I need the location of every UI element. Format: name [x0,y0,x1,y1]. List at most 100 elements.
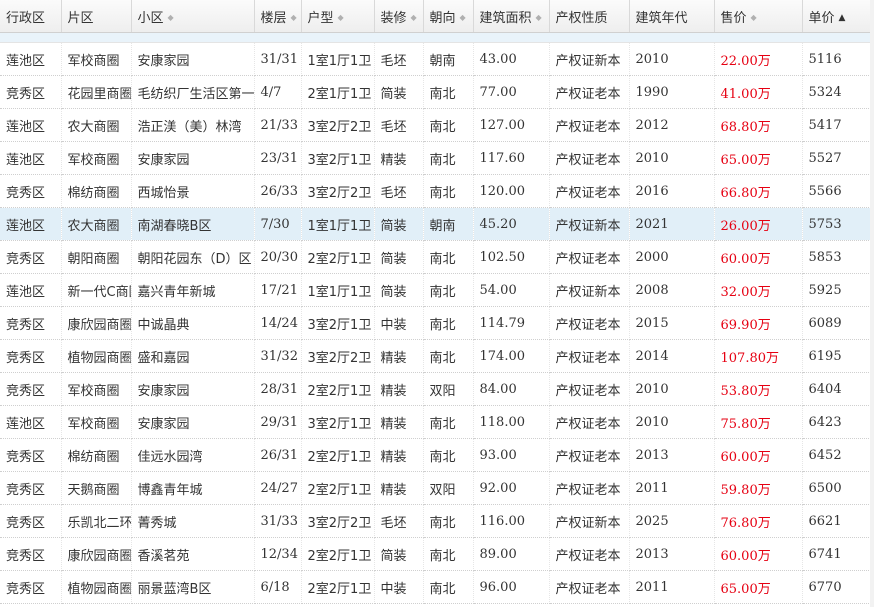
table-row[interactable]: 竞秀区 棉纺商圈 西城怡景 26/33 3室2厅2卫 毛坯 南北 120.00 产权证老本 201… [0,174,874,208]
cell-orientation: 南北 [423,108,474,142]
header-spacer [0,32,874,43]
cell-building_area: 96.00 [473,570,550,604]
cell-orientation: 南北 [423,273,474,307]
cell-area: 军校商圈 [61,42,132,76]
table-row[interactable]: 竞秀区 天鹅商圈 博鑫青年城 24/27 2室2厅1卫 精装 双阳 92.00 产权证老本 201… [0,471,874,505]
vertical-scrollbar[interactable] [870,0,874,607]
cell-decoration: 中装 [374,570,424,604]
cell-year: 2016 [629,174,715,208]
column-header-orientation[interactable]: 朝向 ◆ [423,0,474,33]
cell-district: 莲池区 [0,108,62,142]
table-row[interactable]: 莲池区 农大商圈 浩正渼（美）林湾 21/33 3室2厅2卫 毛坯 南北 127.00 产权证老… [0,108,874,142]
cell-unit_price: 5753 [802,207,874,241]
cell-property_type: 产权证老本 [549,174,630,208]
table-row[interactable]: 竞秀区 花园里商圈 毛纺织厂生活区第一 4/7 2室1厅1卫 简装 南北 77.00 产权证老本… [0,75,874,109]
sort-toggle-icon[interactable]: ◆ [536,14,542,22]
cell-unit_price: 6770 [802,570,874,604]
column-header-price[interactable]: 售价 ◆ [714,0,803,33]
cell-community: 菁秀城 [131,504,255,538]
cell-unit_price: 5853 [802,240,874,274]
table-row[interactable]: 竞秀区 乐凯北二环 菁秀城 31/33 3室2厅2卫 毛坯 南北 116.00 产权证新本 202… [0,504,874,538]
cell-area: 康欣园商圈 [61,306,132,340]
column-header-community[interactable]: 小区 ◆ [131,0,255,33]
sort-toggle-icon[interactable]: ◆ [751,14,757,22]
cell-price: 60.00万 [714,438,803,472]
table-row[interactable]: 竞秀区 军校商圈 安康家园 28/31 2室2厅1卫 精装 双阳 84.00 产权证老本 2010… [0,372,874,406]
cell-property_type: 产权证老本 [549,570,630,604]
column-header-label: 行政区 [6,10,46,26]
cell-layout: 3室2厅2卫 [301,108,375,142]
column-header-unit_price[interactable]: 单价 ▲ [802,0,874,33]
cell-unit_price: 6452 [802,438,874,472]
table-row[interactable]: 莲池区新一代C商圈嘉兴青年新城17/211室1厅1卫简装南北54.00产权证新本… [0,273,874,307]
cell-property_type: 产权证新本 [549,273,630,307]
sort-toggle-icon[interactable]: ◆ [411,14,417,22]
cell-layout: 3室2厅1卫 [301,141,375,175]
column-header-layout[interactable]: 户型 ◆ [301,0,375,33]
cell-building_area: 45.20 [473,207,550,241]
cell-building_area: 89.00 [473,537,550,571]
sort-toggle-icon[interactable]: ◆ [460,14,466,22]
cell-floor: 23/31 [254,141,302,175]
cell-community: 朝阳花园东（D）区 [131,240,255,274]
column-header-area[interactable]: 片区 [61,0,132,33]
sort-toggle-icon[interactable]: ◆ [338,14,344,22]
table-row[interactable]: 竞秀区 康欣园商圈 香溪茗苑 12/34 2室2厅1卫 简装 南北 89.00 产权证老本 201… [0,537,874,571]
cell-floor: 29/31 [254,405,302,439]
column-header-property_type[interactable]: 产权性质 [549,0,630,33]
cell-property_type: 产权证老本 [549,471,630,505]
cell-district: 莲池区 [0,42,62,76]
cell-district: 竞秀区 [0,537,62,571]
cell-layout: 3室2厅2卫 [301,504,375,538]
cell-year: 2008 [629,273,715,307]
cell-property_type: 产权证老本 [549,306,630,340]
cell-community: 丽景蓝湾B区 [131,570,255,604]
cell-price: 76.80万 [714,504,803,538]
column-header-label: 小区 [137,10,164,26]
table-row[interactable]: 竞秀区 棉纺商圈 佳远水园湾 26/31 2室2厅1卫 精装 南北 93.00 产权证老本 201… [0,438,874,472]
cell-floor: 26/31 [254,438,302,472]
column-header-building_area[interactable]: 建筑面积 ◆ [473,0,550,33]
cell-district: 竞秀区 [0,174,62,208]
table-row[interactable]: 竞秀区 植物园商圈 盛和嘉园 31/32 3室2厅2卫 精装 南北 174.00 产权证老本 20… [0,339,874,373]
cell-floor: 31/32 [254,339,302,373]
cell-year: 2014 [629,339,715,373]
cell-layout: 2室1厅1卫 [301,75,375,109]
sort-toggle-icon[interactable]: ◆ [168,14,174,22]
cell-district: 竞秀区 [0,75,62,109]
column-header-year[interactable]: 建筑年代 [629,0,715,33]
cell-decoration: 简装 [374,537,424,571]
cell-orientation: 南北 [423,141,474,175]
cell-orientation: 南北 [423,405,474,439]
column-header-district[interactable]: 行政区 [0,0,62,33]
cell-property_type: 产权证新本 [549,504,630,538]
table-row[interactable]: 莲池区 军校商圈 安康家园 29/31 3室2厅1卫 精装 南北 118.00 产权证老本 201… [0,405,874,439]
listing-grid: 行政区 片区 小区 ◆ 楼层 ◆ 户型 ◆ 装修 ◆ 朝向 ◆ 建筑面积 ◆ 产权性质 建筑年代 售价 ◆ 单价 ▲ … [0,0,874,607]
cell-building_area: 118.00 [473,405,550,439]
sort-toggle-icon[interactable]: ◆ [291,14,297,22]
table-row[interactable]: 莲池区 农大商圈 南湖春晓B区 7/30 1室1厅1卫 简装 朝南 45.20 产权证新本 202… [0,207,874,241]
sort-ascending-icon[interactable]: ▲ [839,14,846,23]
cell-year: 2011 [629,471,715,505]
cell-building_area: 102.50 [473,240,550,274]
cell-decoration: 精装 [374,372,424,406]
cell-layout: 2室2厅1卫 [301,372,375,406]
cell-district: 竞秀区 [0,339,62,373]
cell-building_area: 174.00 [473,339,550,373]
column-header-decoration[interactable]: 装修 ◆ [374,0,424,33]
table-row[interactable]: 竞秀区 康欣园商圈 中诚晶典 14/24 3室2厅1卫 中装 南北 114.79 产权证老本 20… [0,306,874,340]
cell-decoration: 毛坯 [374,108,424,142]
cell-property_type: 产权证老本 [549,141,630,175]
table-row[interactable]: 莲池区 军校商圈 安康家园 23/31 3室2厅1卫 精装 南北 117.60 产权证老本 201… [0,141,874,175]
cell-property_type: 产权证老本 [549,438,630,472]
column-header-floor[interactable]: 楼层 ◆ [254,0,302,33]
table-row[interactable]: 竞秀区 朝阳商圈 朝阳花园东（D）区 20/30 2室2厅1卫 简装 南北 102.50 产权证… [0,240,874,274]
table-row[interactable]: 竞秀区 植物园商圈 丽景蓝湾B区 6/18 2室2厅1卫 中装 南北 96.00 产权证老本 20… [0,570,874,604]
cell-district: 竞秀区 [0,570,62,604]
column-header-label: 建筑年代 [635,10,688,26]
table-row[interactable]: 莲池区 军校商圈 安康家园 31/31 1室1厅1卫 毛坯 朝南 43.00 产权证新本 2010… [0,42,874,76]
cell-property_type: 产权证老本 [549,108,630,142]
cell-unit_price: 6500 [802,471,874,505]
cell-decoration: 精装 [374,339,424,373]
cell-orientation: 南北 [423,339,474,373]
